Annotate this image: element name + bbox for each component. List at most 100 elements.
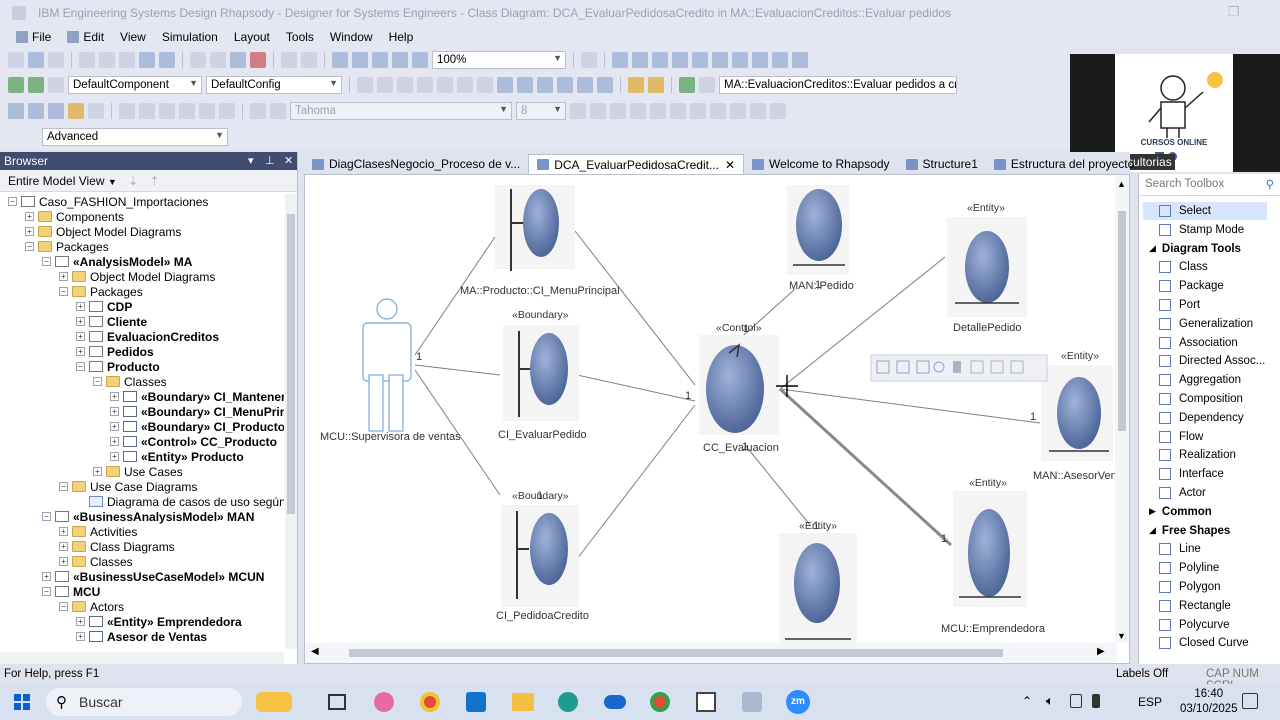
line-color-icon[interactable] xyxy=(770,103,786,119)
tree-node[interactable]: + CDP xyxy=(76,299,132,314)
expand-icon[interactable]: + xyxy=(76,317,85,326)
diagram-g-icon[interactable] xyxy=(497,77,513,93)
expand-icon[interactable]: + xyxy=(76,332,85,341)
windows-start-icon[interactable] xyxy=(14,694,30,710)
delete-icon[interactable] xyxy=(250,52,266,68)
diagram-a-icon[interactable] xyxy=(377,77,393,93)
diagram-tab[interactable]: Structure1 xyxy=(898,154,986,174)
back-icon[interactable] xyxy=(281,52,297,68)
snap-grid-icon[interactable] xyxy=(28,103,44,119)
toolbox-item[interactable]: Polygon xyxy=(1143,578,1267,596)
zoom-select[interactable]: 100% ▼ xyxy=(432,51,566,69)
text-center-icon[interactable] xyxy=(670,103,686,119)
toolbox-item[interactable]: Class xyxy=(1143,258,1267,276)
diagram-tab[interactable]: DCA_EvaluarPedidosaCredit... ✕ xyxy=(528,154,745,174)
toolbox-item[interactable]: Interface xyxy=(1143,465,1267,483)
text-left-icon[interactable] xyxy=(650,103,666,119)
diagram-tab[interactable]: Estructura del proyecto xyxy=(986,154,1142,174)
diagram-b-icon[interactable] xyxy=(397,77,413,93)
menu-file[interactable]: File xyxy=(8,30,59,44)
tree-node[interactable]: − Producto xyxy=(76,359,160,374)
entity-label[interactable]: MAN::Pedido xyxy=(789,280,854,292)
same-width-icon[interactable] xyxy=(732,52,748,68)
toolbox-item[interactable]: Port xyxy=(1143,296,1267,314)
association-line[interactable] xyxy=(414,364,501,376)
expand-icon[interactable]: + xyxy=(110,437,119,446)
zoom-area-icon[interactable] xyxy=(412,52,428,68)
copilot-app-icon[interactable] xyxy=(374,692,394,712)
tree-node[interactable]: + «BusinessUseCaseModel» MCUN xyxy=(42,569,264,584)
arrange-b-icon[interactable] xyxy=(139,103,155,119)
boundary-label[interactable]: CI_EvaluarPedido xyxy=(498,429,587,441)
paste-icon[interactable] xyxy=(119,52,135,68)
boundary-shape[interactable] xyxy=(501,505,579,607)
pin-icon[interactable]: ⊥ xyxy=(265,154,275,167)
chrome-icon[interactable] xyxy=(420,692,440,712)
close-tab-icon[interactable]: ✕ xyxy=(725,158,735,172)
toolbox-item[interactable]: Directed Assoc... xyxy=(1143,352,1267,370)
entity-label[interactable]: MAN::AsesorVen xyxy=(1033,470,1117,482)
zoom-in-icon[interactable] xyxy=(332,52,348,68)
tree-node[interactable]: + Activities xyxy=(59,524,137,539)
favorite-icon[interactable] xyxy=(628,77,644,93)
browser-menu-icon[interactable]: ▾ xyxy=(248,154,254,167)
tree-node[interactable]: − Actors xyxy=(59,599,124,614)
entity-shape[interactable] xyxy=(947,217,1027,317)
distribute-icon[interactable] xyxy=(792,52,808,68)
expand-icon[interactable]: + xyxy=(25,212,34,221)
zoom-fit-icon[interactable] xyxy=(392,52,408,68)
volume-icon[interactable]: 🔈︎ xyxy=(1046,693,1054,709)
up-icon[interactable]: ⇡ xyxy=(150,174,160,188)
find-icon[interactable] xyxy=(230,52,246,68)
menu-layout[interactable]: Layout xyxy=(226,30,278,44)
menu-help[interactable]: Help xyxy=(381,30,422,44)
toolbox-item[interactable]: Aggregation xyxy=(1143,371,1267,389)
tree-node[interactable]: + «Boundary» CI_MantenerF xyxy=(110,389,284,404)
diagram-tab[interactable]: Welcome to Rhapsody xyxy=(744,154,898,174)
scroll-up-icon[interactable]: ▲ xyxy=(1117,179,1126,189)
align-right-icon[interactable] xyxy=(652,52,668,68)
diagram-e-icon[interactable] xyxy=(457,77,473,93)
toolbox-group[interactable]: ◢ Diagram Tools xyxy=(1143,240,1267,258)
expand-icon[interactable]: + xyxy=(110,452,119,461)
tree-node[interactable]: + «Boundary» CI_MenuPrinc xyxy=(110,404,284,419)
file-explorer-icon[interactable] xyxy=(512,693,534,711)
tree-node[interactable]: Diagrama de casos de uso según ar xyxy=(76,494,284,509)
network-icon[interactable] xyxy=(1070,694,1082,708)
close-icon[interactable]: ✕ xyxy=(284,154,293,167)
font-color-icon[interactable] xyxy=(730,103,746,119)
chrome-profile-icon[interactable] xyxy=(650,692,670,712)
align-center-icon[interactable] xyxy=(632,52,648,68)
order-b-icon[interactable] xyxy=(270,103,286,119)
undo-icon[interactable] xyxy=(190,52,206,68)
tree-node[interactable]: + «Entity» Producto xyxy=(110,449,244,464)
outlook-icon[interactable] xyxy=(466,692,486,712)
tree-node[interactable]: + Object Model Diagrams xyxy=(59,269,215,284)
same-size-icon[interactable] xyxy=(772,52,788,68)
toolbox-item[interactable]: Association xyxy=(1143,334,1267,352)
align-middle-icon[interactable] xyxy=(692,52,708,68)
expand-icon[interactable]: + xyxy=(59,272,68,281)
arrange-e-icon[interactable] xyxy=(199,103,215,119)
control-label[interactable]: CC_Evaluacion xyxy=(703,442,779,454)
erase-icon[interactable] xyxy=(88,103,104,119)
font-select[interactable]: Tahoma ▼ xyxy=(290,102,512,120)
chevron-up-icon[interactable]: ⌃ xyxy=(1022,694,1032,708)
group-toggle-icon[interactable]: ▶ xyxy=(1149,506,1156,517)
tree-node[interactable]: + Asesor de Ventas xyxy=(76,629,207,644)
tree-node[interactable]: + Class Diagrams xyxy=(59,539,175,554)
group-toggle-icon[interactable]: ◢ xyxy=(1149,243,1156,254)
expand-icon[interactable]: + xyxy=(110,407,119,416)
expand-icon[interactable]: + xyxy=(59,527,68,536)
new-file-icon[interactable] xyxy=(8,52,24,68)
align-bottom-icon[interactable] xyxy=(712,52,728,68)
toolbox-item[interactable]: Dependency xyxy=(1143,409,1267,427)
toolbox-group[interactable]: ▶ Common xyxy=(1143,503,1267,521)
generate-code-icon[interactable] xyxy=(8,77,24,93)
collapse-icon[interactable]: − xyxy=(59,482,68,491)
toolbox-item[interactable]: Polyline xyxy=(1143,559,1267,577)
collapse-icon[interactable]: − xyxy=(59,602,68,611)
scroll-left-icon[interactable]: ◀ xyxy=(311,646,319,657)
mode-select[interactable]: Advanced ▼ xyxy=(42,128,228,146)
layout-icon[interactable] xyxy=(581,52,597,68)
